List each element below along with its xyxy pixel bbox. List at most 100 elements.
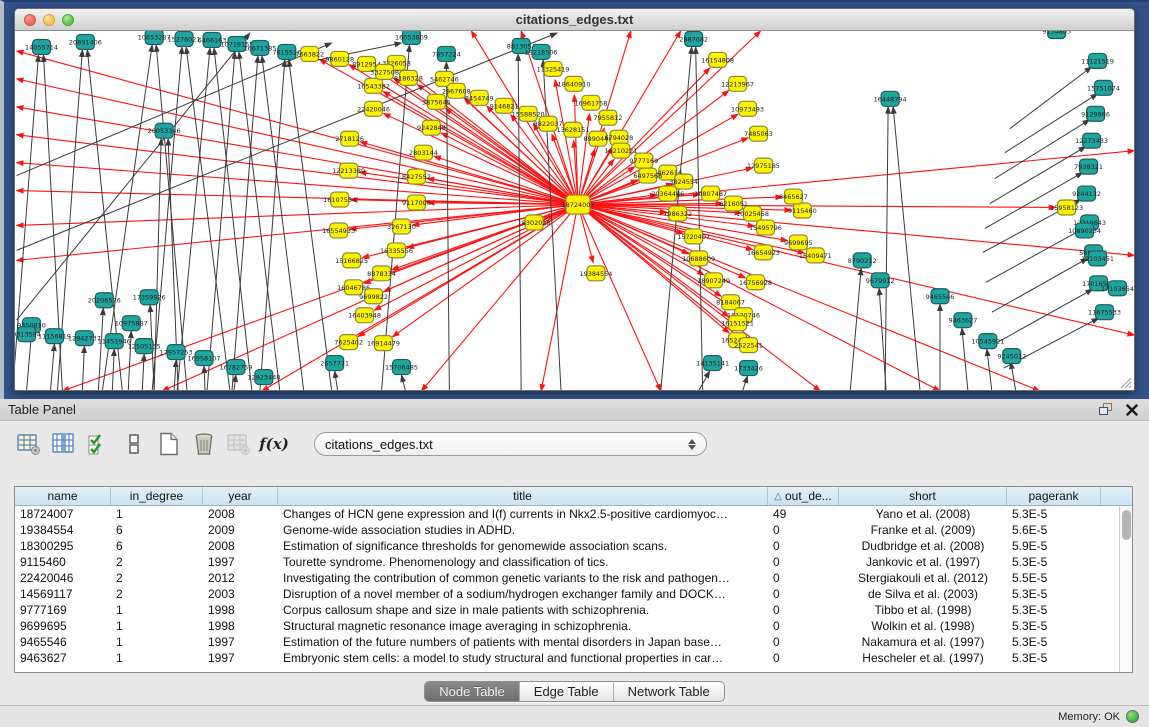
cell-pagerank[interactable]: 5.3E-5: [1007, 506, 1101, 522]
graph-node[interactable]: 19384554: [579, 266, 612, 281]
cell-out_degree[interactable]: 0: [768, 586, 839, 602]
table-row[interactable]: 1938455462009Genome-wide association stu…: [15, 522, 1119, 538]
table-selector-dropdown[interactable]: citations_edges.txt: [314, 432, 707, 456]
cell-year[interactable]: 2008: [203, 538, 278, 554]
graph-node[interactable]: 16154808: [701, 52, 734, 67]
graph-node[interactable]: 9154805: [1042, 31, 1071, 38]
graph-node[interactable]: 2718126: [335, 131, 364, 146]
graph-node[interactable]: 7986322: [663, 206, 692, 221]
graph-node[interactable]: 16554933: [322, 223, 355, 238]
graph-node[interactable]: 9679912: [866, 273, 895, 288]
column-header-name[interactable]: name: [15, 487, 111, 505]
cell-year[interactable]: 2009: [203, 522, 278, 538]
cell-out_degree[interactable]: 0: [768, 522, 839, 538]
cell-title[interactable]: Genome-wide association studies in ADHD.: [278, 522, 768, 538]
cell-pagerank[interactable]: 5.3E-5: [1007, 618, 1101, 634]
network-graph[interactable]: 1405571420891406106532871527602164661631…: [15, 31, 1135, 391]
table-row[interactable]: 946554611997Estimation of the future num…: [15, 634, 1119, 650]
cell-out_degree[interactable]: 0: [768, 554, 839, 570]
close-icon[interactable]: [1123, 402, 1141, 418]
cell-in_degree[interactable]: 2: [111, 570, 203, 586]
cell-short[interactable]: Wolkin et al. (1998): [839, 618, 1007, 634]
table-row[interactable]: 1456911722003Disruption of a novel membe…: [15, 586, 1119, 602]
cell-title[interactable]: Corpus callosum shape and size in male p…: [278, 602, 768, 618]
graph-node[interactable]: 18640910: [558, 76, 591, 91]
cell-name[interactable]: 18724007: [15, 506, 111, 522]
table-row[interactable]: 2242004622012Investigating the contribut…: [15, 570, 1119, 586]
cell-name[interactable]: 9777169: [15, 602, 111, 618]
show-column-icon[interactable]: [51, 431, 77, 457]
cell-out_degree[interactable]: 0: [768, 570, 839, 586]
graph-node[interactable]: 9699695: [784, 235, 813, 250]
graph-node[interactable]: 16543382: [357, 78, 390, 93]
graph-node[interactable]: 16053809: [395, 31, 428, 44]
import-table-icon[interactable]: [226, 431, 252, 457]
cell-name[interactable]: 9463627: [15, 650, 111, 666]
cell-in_degree[interactable]: 1: [111, 506, 203, 522]
graph-node[interactable]: 11156819: [38, 329, 71, 344]
cell-out_degree[interactable]: 49: [768, 506, 839, 522]
graph-node[interactable]: 7938321: [1074, 159, 1103, 174]
cell-title[interactable]: Investigating the contribution of common…: [278, 570, 768, 586]
graph-node[interactable]: 7625402: [334, 335, 363, 350]
cell-year[interactable]: 2003: [203, 586, 278, 602]
new-table-icon[interactable]: [156, 431, 182, 457]
graph-node[interactable]: 16210221: [604, 143, 637, 158]
graph-node[interactable]: 12213389: [332, 163, 365, 178]
scrollbar-thumb[interactable]: [1122, 510, 1131, 540]
graph-node[interactable]: 11325419: [537, 61, 570, 76]
cell-title[interactable]: Estimation of the future numbers of pati…: [278, 634, 768, 650]
cell-out_degree[interactable]: 0: [768, 650, 839, 666]
graph-node[interactable]: 12213967: [721, 76, 754, 91]
network-window[interactable]: citations_edges.txt 14055714208914061065…: [14, 8, 1135, 391]
table-row[interactable]: 969969511998Structural magnetic resonanc…: [15, 618, 1119, 634]
graph-node[interactable]: 16403948: [348, 308, 381, 323]
graph-node[interactable]: 16448794: [874, 91, 907, 106]
resize-grip-icon[interactable]: [1118, 375, 1132, 389]
cell-in_degree[interactable]: 1: [111, 634, 203, 650]
cell-year[interactable]: 1997: [203, 634, 278, 650]
cell-out_degree[interactable]: 0: [768, 618, 839, 634]
table-row[interactable]: 911546021997Tourette syndrome. Phenomeno…: [15, 554, 1119, 570]
cell-short[interactable]: de Silva et al. (2003): [839, 586, 1007, 602]
graph-node[interactable]: 11121519: [1081, 53, 1114, 68]
graph-node[interactable]: 9117006: [402, 195, 431, 210]
cell-pagerank[interactable]: 5.5E-5: [1007, 570, 1101, 586]
graph-node[interactable]: 18907249: [697, 273, 730, 288]
cell-pagerank[interactable]: 5.3E-5: [1007, 650, 1101, 666]
cell-title[interactable]: Tourette syndrome. Phenomenology and cla…: [278, 554, 768, 570]
table-row[interactable]: 1872400712008Changes of HCN gene express…: [15, 506, 1119, 522]
graph-node[interactable]: 10975887: [115, 316, 148, 331]
table-row[interactable]: 1830029562008Estimation of significance …: [15, 538, 1119, 554]
table-row[interactable]: 977716911998Corpus callosum shape and si…: [15, 602, 1119, 618]
cell-title[interactable]: Estimation of significance thresholds fo…: [278, 538, 768, 554]
cell-short[interactable]: Jankovic et al. (1997): [839, 554, 1007, 570]
graph-node[interactable]: 9465546: [926, 289, 955, 304]
graph-node[interactable]: 14055714: [25, 39, 58, 54]
cell-pagerank[interactable]: 5.6E-5: [1007, 522, 1101, 538]
graph-node[interactable]: 12942737: [68, 331, 101, 346]
graph-node[interactable]: 1733426: [734, 361, 763, 376]
graph-node[interactable]: 7857224: [432, 46, 461, 61]
graph-node[interactable]: 12273433: [1075, 133, 1108, 148]
cell-title[interactable]: Disruption of a novel member of a sodium…: [278, 586, 768, 602]
graph-node[interactable]: 8790212: [848, 253, 877, 268]
cell-short[interactable]: Tibbo et al. (1998): [839, 602, 1007, 618]
network-window-titlebar[interactable]: citations_edges.txt: [15, 9, 1134, 31]
cell-title[interactable]: Changes of HCN gene expression and I(f) …: [278, 506, 768, 522]
table-settings-icon[interactable]: [16, 431, 42, 457]
cell-out_degree[interactable]: 0: [768, 602, 839, 618]
cell-short[interactable]: Yano et al. (2008): [839, 506, 1007, 522]
cell-title[interactable]: Embryonic stem cells: a model to study s…: [278, 650, 768, 666]
column-header-pagerank[interactable]: pagerank: [1007, 487, 1101, 505]
graph-node[interactable]: 10973493: [731, 101, 764, 116]
graph-node[interactable]: 16335556: [380, 243, 413, 258]
graph-node[interactable]: 9115460: [788, 203, 817, 218]
graph-node[interactable]: 10653287: [138, 31, 171, 44]
delete-table-icon[interactable]: [191, 431, 217, 457]
cell-name[interactable]: 18300295: [15, 538, 111, 554]
graph-node[interactable]: 8465627: [779, 189, 808, 204]
cell-in_degree[interactable]: 6: [111, 522, 203, 538]
cell-short[interactable]: Nakamura et al. (1997): [839, 634, 1007, 650]
cell-out_degree[interactable]: 0: [768, 634, 839, 650]
